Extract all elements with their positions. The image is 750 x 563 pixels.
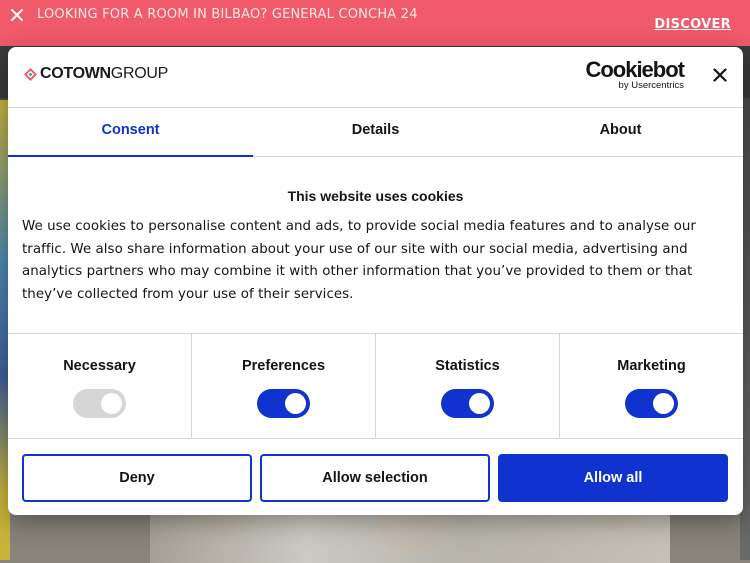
cookiebot-name: Cookiebot — [585, 57, 685, 82]
cookie-consent-dialog: COTOWNGROUP Cookiebot by Usercentrics Co… — [8, 47, 743, 515]
consent-text: We use cookies to personalise content an… — [22, 219, 696, 302]
necessary-toggle — [72, 389, 126, 418]
close-icon[interactable] — [712, 67, 730, 85]
marketing-toggle[interactable] — [624, 389, 678, 418]
consent-title: This website uses cookies — [287, 188, 464, 204]
cookiebot-logo[interactable]: Cookiebot by Usercentrics — [584, 57, 685, 91]
category-label: Preferences — [241, 358, 326, 374]
brand-name: COTOWNGROUP — [40, 65, 168, 82]
cookiebot-sub: by Usercentrics — [618, 80, 684, 91]
preferences-toggle[interactable] — [256, 389, 310, 418]
dialog-tabs: Consent Details About — [8, 107, 743, 157]
category-label: Statistics — [435, 358, 500, 374]
brand-logo: COTOWNGROUP — [24, 65, 168, 83]
allow-all-button[interactable]: Allow all — [498, 454, 728, 502]
category-label: Marketing — [617, 358, 686, 374]
category-preferences: Preferences — [192, 334, 376, 438]
toggle-knob — [468, 393, 490, 414]
tab-about[interactable]: About — [498, 108, 743, 156]
discover-link[interactable]: DISCOVER — [654, 17, 731, 32]
tab-details[interactable]: Details — [253, 108, 498, 156]
toggle-knob — [284, 393, 306, 414]
promo-banner: LOOKING FOR A ROOM IN BILBAO? GENERAL CO… — [0, 0, 750, 46]
category-marketing: Marketing — [560, 334, 743, 438]
consent-buttons: Deny Allow selection Allow all — [22, 454, 729, 502]
consent-body: This website uses cookies We use cookies… — [8, 157, 743, 333]
tab-consent[interactable]: Consent — [8, 108, 253, 157]
toggle-knob — [652, 393, 674, 414]
deny-button[interactable]: Deny — [22, 454, 252, 502]
statistics-toggle[interactable] — [440, 389, 494, 418]
toggle-knob — [100, 393, 122, 414]
brand-mark-icon — [24, 67, 37, 81]
close-icon[interactable] — [10, 8, 26, 24]
background-image — [150, 515, 670, 563]
allow-selection-button[interactable]: Allow selection — [260, 454, 490, 502]
category-statistics: Statistics — [376, 334, 560, 438]
category-label: Necessary — [63, 358, 136, 374]
category-necessary: Necessary — [8, 334, 192, 438]
banner-text: LOOKING FOR A ROOM IN BILBAO? GENERAL CO… — [37, 7, 418, 22]
category-toggles: Necessary Preferences Statistics Marketi… — [8, 333, 743, 439]
dialog-header: COTOWNGROUP Cookiebot by Usercentrics — [8, 47, 743, 107]
